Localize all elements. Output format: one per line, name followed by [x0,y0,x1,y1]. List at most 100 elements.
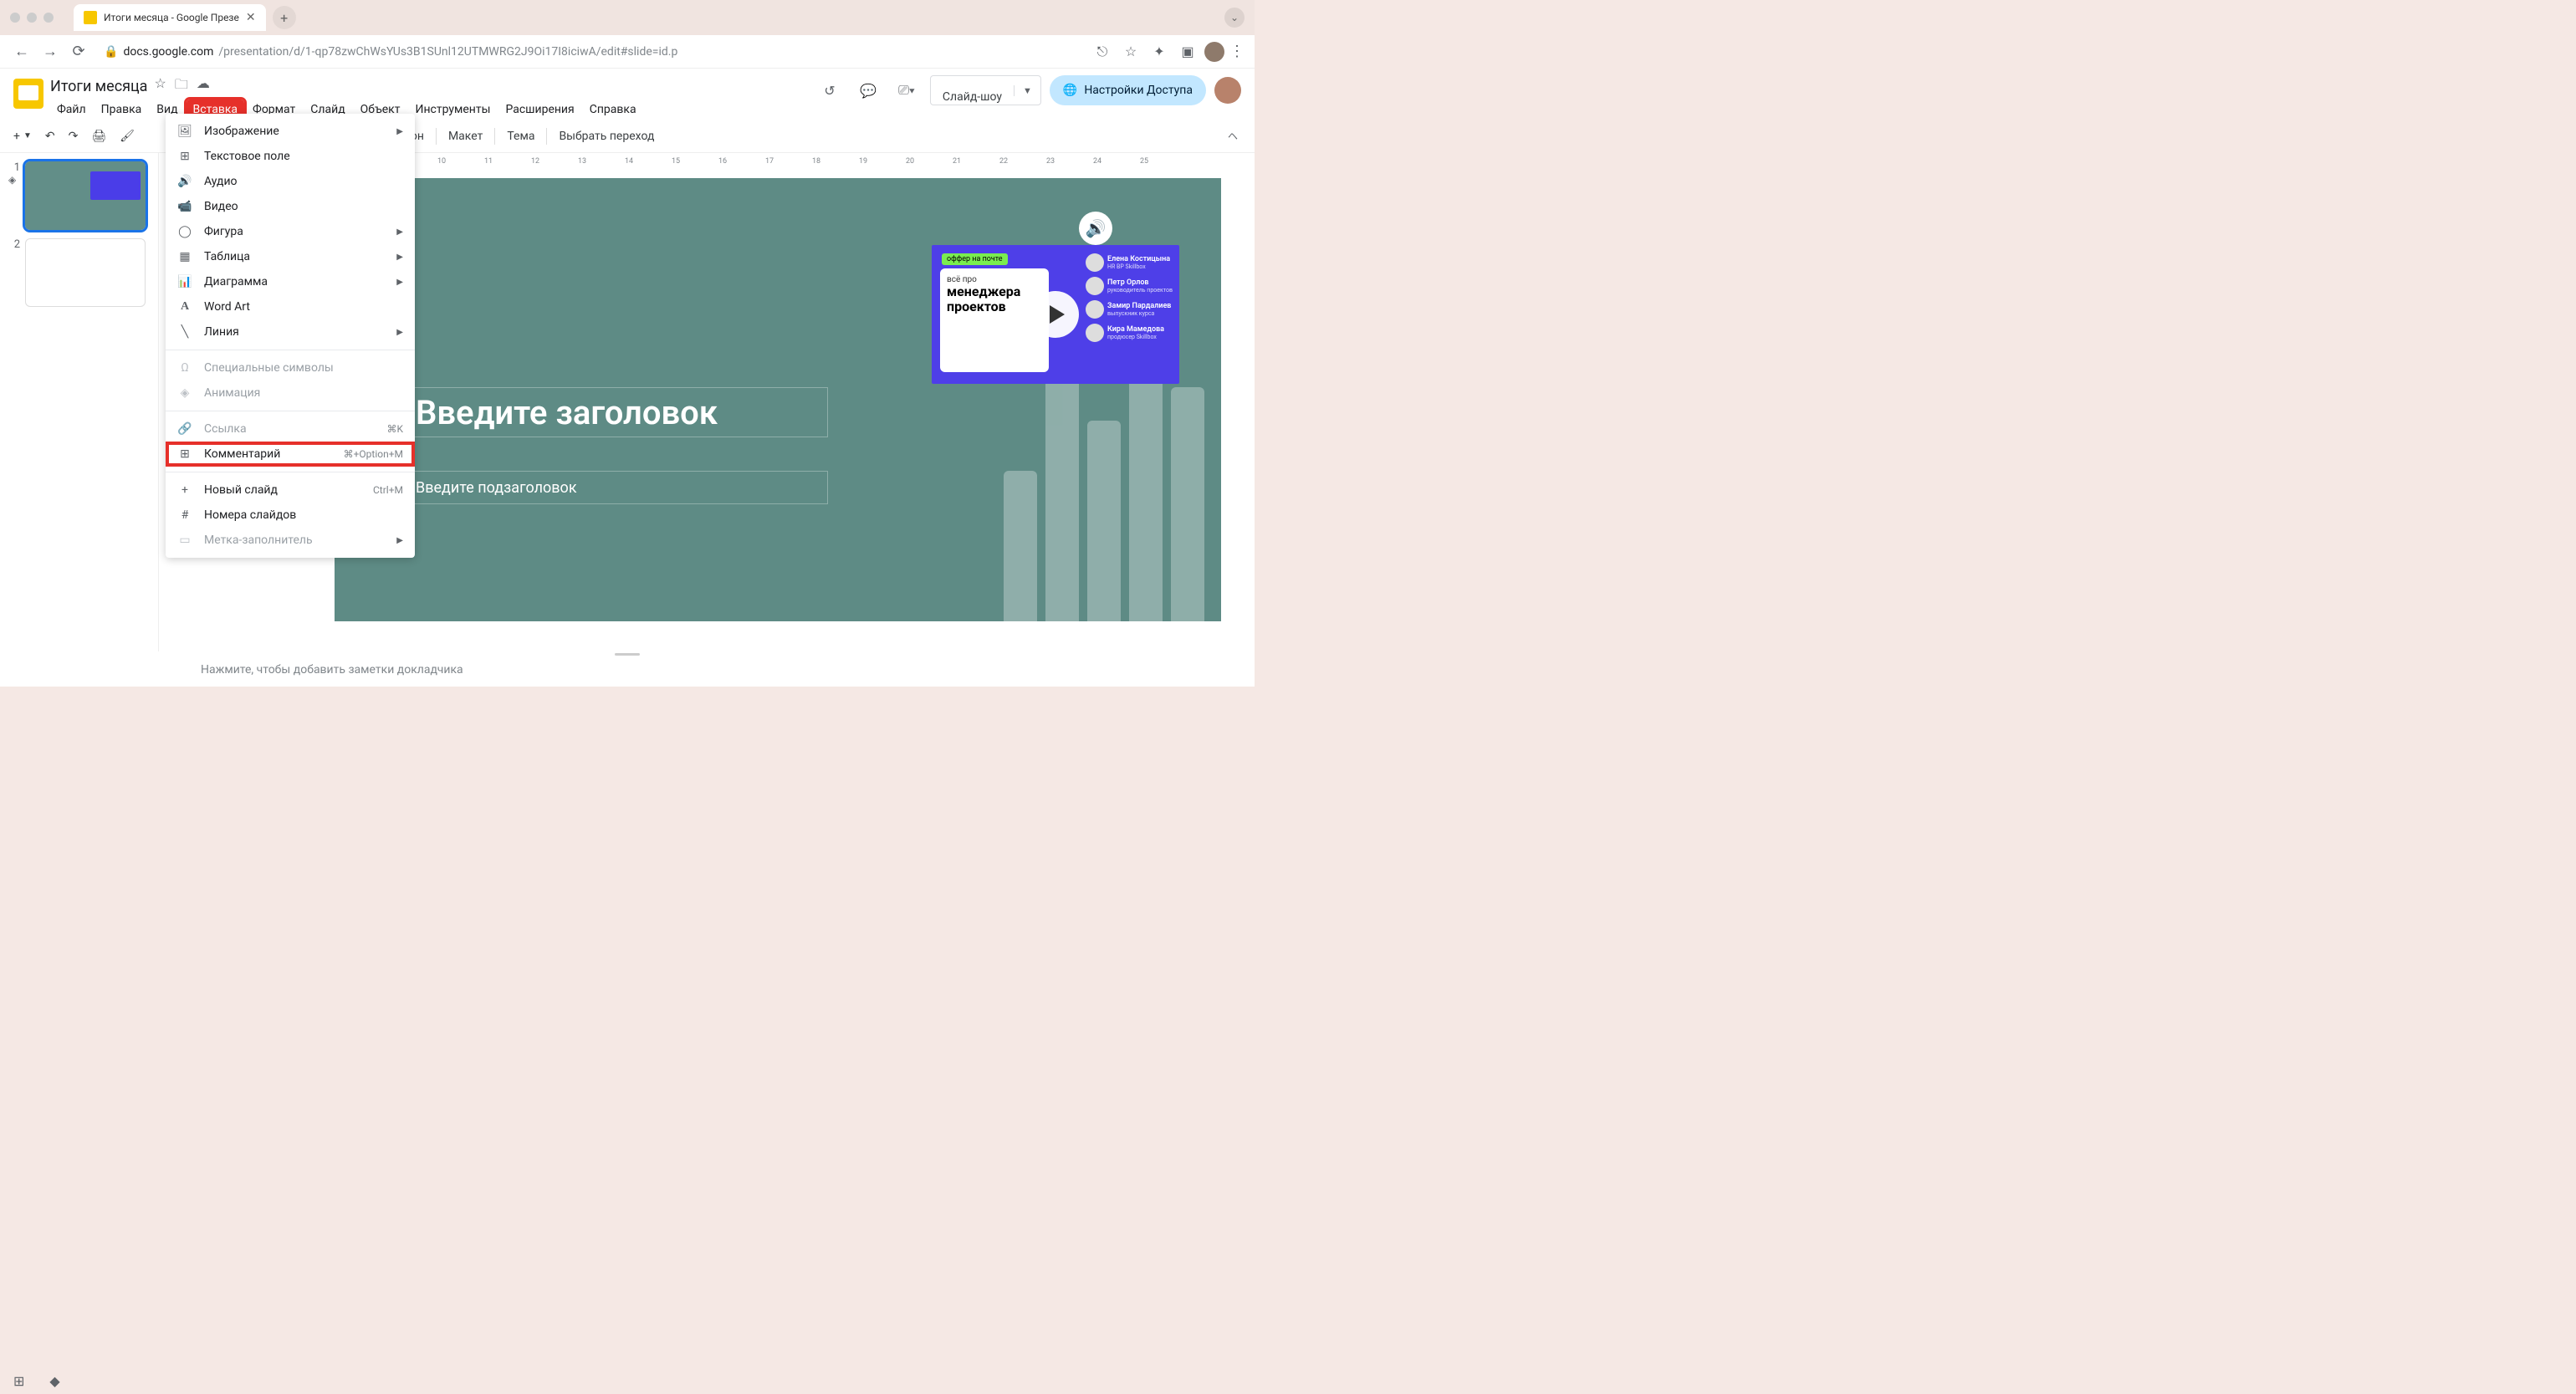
maximize-window[interactable] [43,13,54,23]
audio-icon[interactable]: 🔊 [1079,212,1112,245]
submenu-arrow-icon: ▶ [396,536,403,545]
shape-icon: ◯ [177,225,192,238]
menu-edit[interactable]: Правка [95,100,149,120]
lock-icon: 🔒 [104,45,118,59]
browser-menu-icon[interactable]: ⋮ [1229,43,1245,60]
back-button[interactable]: ← [10,40,33,64]
redo-button[interactable]: ↷ [64,126,84,146]
undo-button[interactable]: ↶ [40,126,60,146]
plus-icon: + [177,483,192,497]
toolbar-transition[interactable]: Выбрать переход [554,126,659,146]
animation-icon: ◈ [177,386,192,400]
collapse-toolbar-icon[interactable]: ヘ [1228,129,1238,143]
dd-chart[interactable]: 📊Диаграмма▶ [166,269,415,294]
dd-shape[interactable]: ◯Фигура▶ [166,219,415,244]
menu-tools[interactable]: Инструменты [408,100,497,120]
insert-menu-dropdown: 🖼Изображение▶ ⊞Текстовое поле 🔊Аудио 📹Ви… [166,114,415,558]
star-icon[interactable]: ☆ [154,75,166,98]
explore-icon[interactable]: ◆ [49,1373,59,1389]
paint-format-button[interactable]: 🖌 [115,126,140,146]
grid-view-icon[interactable]: ⊞ [13,1373,24,1389]
reading-list-icon[interactable]: ▣ [1176,40,1199,64]
slide-thumbnail-2[interactable] [25,238,146,307]
title-placeholder[interactable]: Введите заголовок [410,387,828,437]
slides-logo[interactable] [13,79,43,109]
textbox-icon: ⊞ [177,150,192,163]
audio-icon: 🔊 [177,175,192,188]
video-icon: 📹 [177,200,192,213]
user-avatar[interactable] [1214,77,1241,104]
dd-textbox[interactable]: ⊞Текстовое поле [166,144,415,169]
url-domain: docs.google.com [123,45,213,59]
image-icon: 🖼 [177,125,192,138]
tab-title: Итоги месяца - Google Презе [104,12,239,23]
dd-audio[interactable]: 🔊Аудио [166,169,415,194]
close-tab-icon[interactable]: ✕ [246,11,256,24]
share-button[interactable]: 🌐 Настройки Доступа [1050,75,1206,105]
slideshow-dropdown-icon[interactable]: ▼ [1014,85,1040,96]
embedded-video[interactable]: оффер на почте всё про менеджера проекто… [932,245,1179,384]
line-icon: ╲ [177,325,192,339]
chart-icon: 📊 [177,275,192,289]
slide-canvas[interactable]: 🔊 Введите заголовок Введите подзаголовок… [335,178,1221,621]
browser-tab-strip: Итоги месяца - Google Презе ✕ + ⌄ [0,0,1255,35]
menu-help[interactable]: Справка [583,100,643,120]
close-window[interactable] [10,13,20,23]
submenu-arrow-icon: ▶ [396,227,403,237]
dd-wordart[interactable]: AWord Art [166,294,415,319]
menu-file[interactable]: Файл [50,100,93,120]
slideshow-button[interactable]: Слайд-шоу ▼ [930,75,1041,105]
forward-button[interactable]: → [38,40,62,64]
new-tab-button[interactable]: + [273,6,296,29]
dd-line[interactable]: ╲Линия▶ [166,319,415,345]
browser-tab[interactable]: Итоги месяца - Google Презе ✕ [74,4,266,31]
share-label: Настройки Доступа [1084,84,1193,97]
slides-favicon [84,11,97,24]
link-icon: 🔗 [177,422,192,436]
toolbar-theme[interactable]: Тема [502,126,539,146]
speaker-notes[interactable]: Нажмите, чтобы добавить заметки докладчи… [0,656,1255,687]
dd-comment[interactable]: ⊞Комментарий⌘+Option+M [166,442,415,467]
extensions-icon[interactable]: ✦ [1147,40,1171,64]
dd-video[interactable]: 📹Видео [166,194,415,219]
dd-image[interactable]: 🖼Изображение▶ [166,119,415,144]
dd-slide-numbers[interactable]: #Номера слайдов [166,503,415,528]
reload-button[interactable]: ⟳ [67,40,90,64]
document-title[interactable]: Итоги месяца [50,78,147,95]
toolbar-layout[interactable]: Макет [443,126,488,146]
footer-icons: ⊞ ◆ [13,1373,60,1389]
profile-avatar[interactable] [1204,42,1224,62]
bookmark-icon[interactable]: ☆ [1119,40,1142,64]
omega-icon: Ω [177,361,192,375]
expand-tabs-icon[interactable]: ⌄ [1224,8,1245,28]
submenu-arrow-icon: ▶ [396,253,403,262]
placeholder-icon: ▭ [177,534,192,547]
video-people-list: Елена КостицынаHR BP Skillbox Петр Орлов… [1086,253,1173,347]
address-bar[interactable]: 🔒 docs.google.com/presentation/d/1-qp78z… [95,45,1086,59]
move-icon[interactable]: 🗀 [175,75,188,98]
play-icon[interactable] [1032,291,1079,338]
submenu-arrow-icon: ▶ [396,127,403,136]
wordart-icon: A [177,300,192,314]
cloud-status-icon[interactable]: ☁ [197,75,210,98]
dd-table[interactable]: ▦Таблица▶ [166,244,415,269]
share-icon[interactable]: ⎋ [1091,40,1114,64]
dd-new-slide[interactable]: +Новый слайдCtrl+M [166,477,415,503]
menu-extensions[interactable]: Расширения [498,100,580,120]
print-button[interactable]: 🖨 [86,126,111,146]
subtitle-placeholder[interactable]: Введите подзаголовок [410,471,828,504]
app-header: Итоги месяца ☆ 🗀 ☁ Файл Правка Вид Встав… [0,69,1255,120]
dd-placeholder: ▭Метка-заполнитель▶ [166,528,415,553]
slide-filmstrip[interactable]: 1 ◈ 2 [0,153,159,651]
slide-thumbnail-1[interactable] [25,161,146,230]
present-icon[interactable]: ⎚▾ [892,75,922,105]
history-icon[interactable]: ↺ [815,75,845,105]
hash-icon: # [177,508,192,522]
new-slide-button[interactable]: + ▼ [8,126,37,146]
window-controls[interactable] [10,13,54,23]
comments-icon[interactable]: 💬 [853,75,883,105]
slide-number: 2 [8,238,20,307]
minimize-window[interactable] [27,13,37,23]
menu-bar: Файл Правка Вид Вставка Формат Слайд Объ… [50,100,808,120]
dd-animation: ◈Анимация [166,380,415,406]
